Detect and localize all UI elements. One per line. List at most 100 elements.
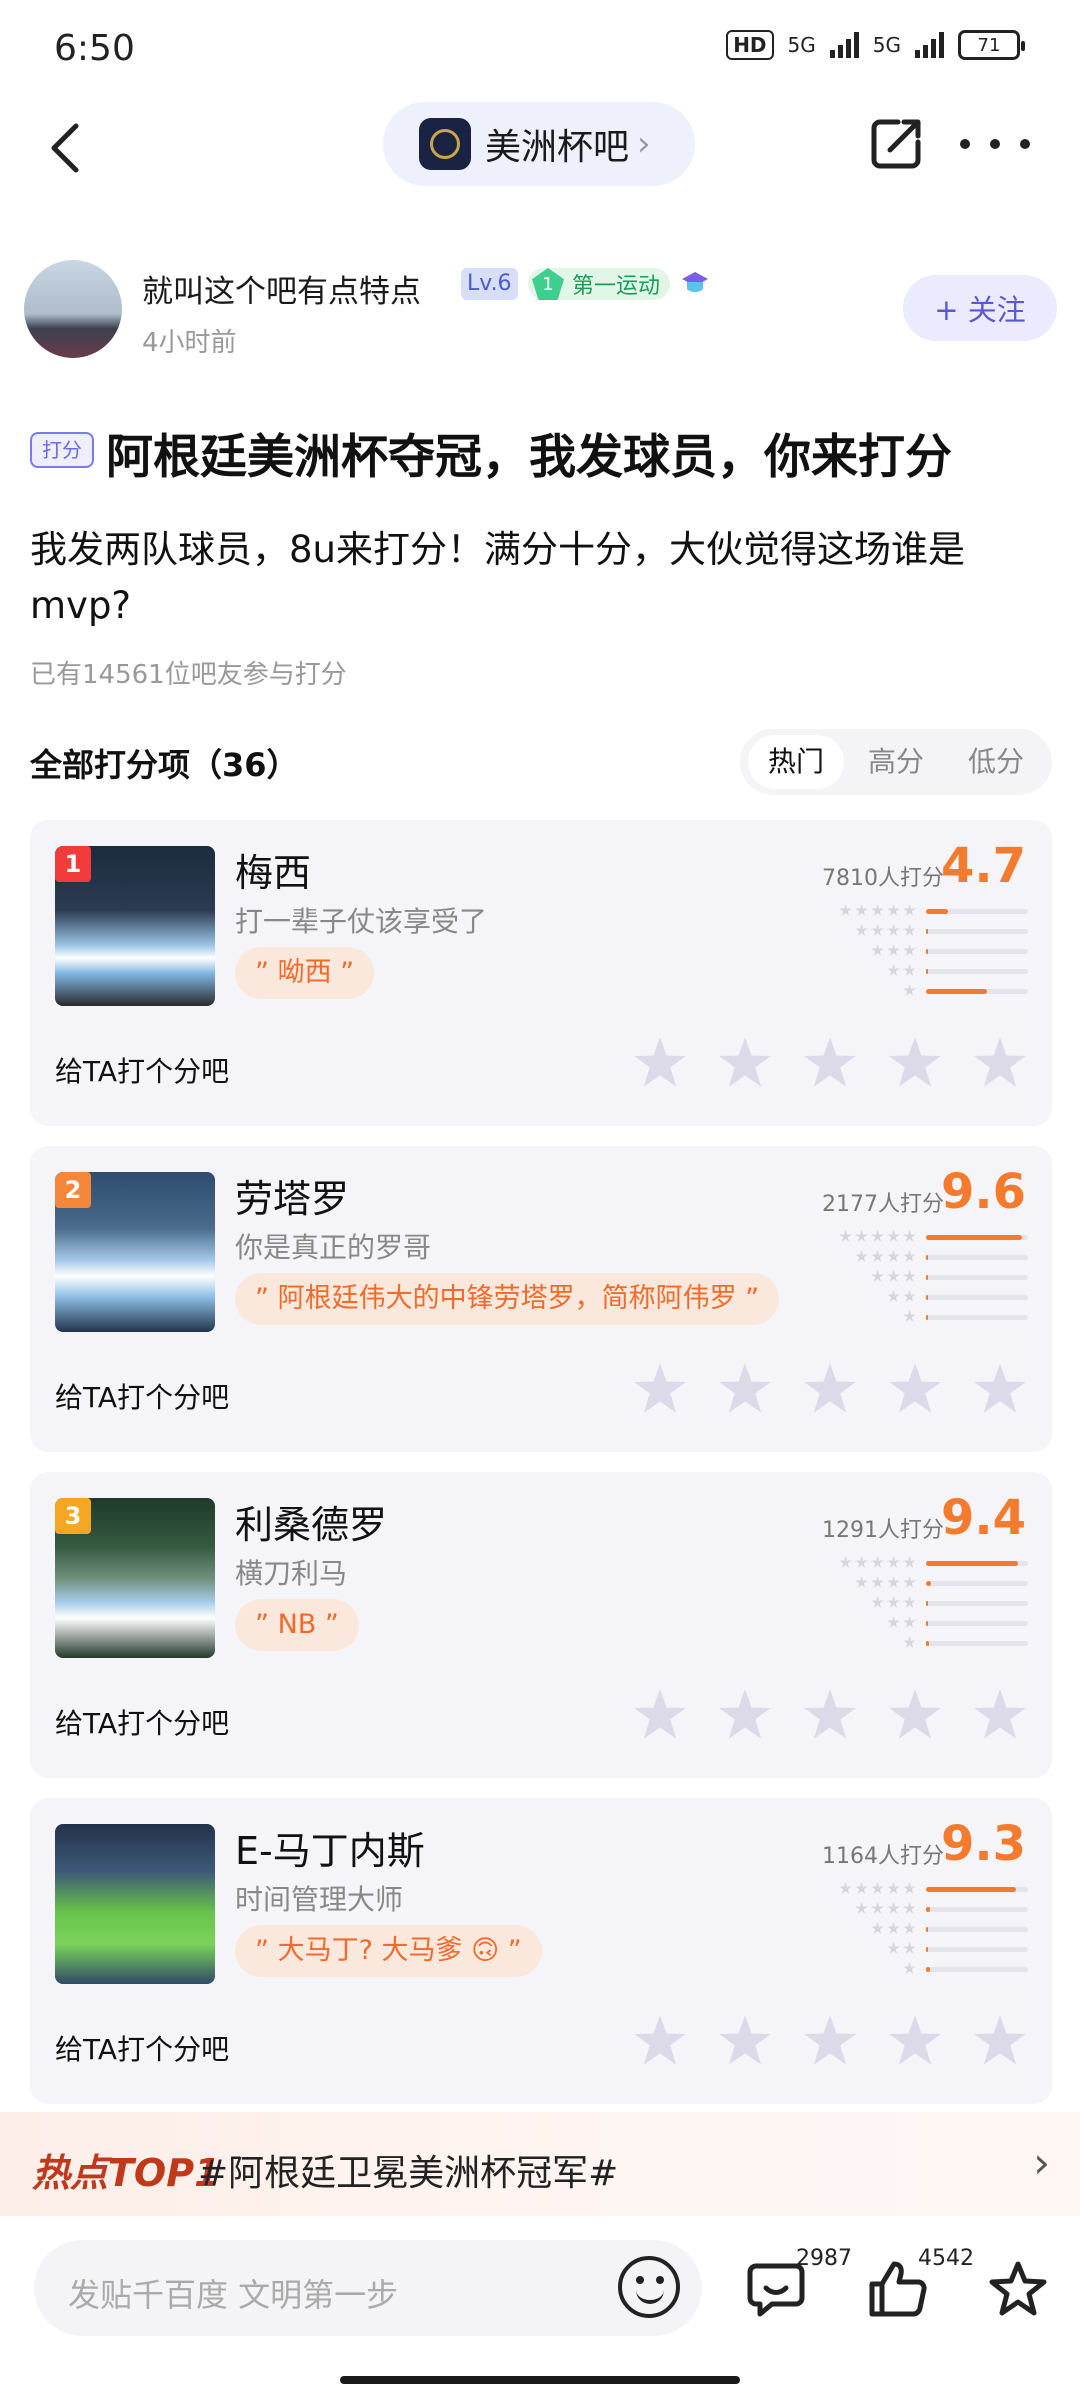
rate-star-button[interactable] <box>889 2015 941 2065</box>
rating-count: 7810人打分 <box>822 866 944 891</box>
mini-star-icon <box>871 904 884 916</box>
mini-star-icon <box>903 1576 916 1588</box>
player-card[interactable]: 1 梅西 打一辈子仗该享受了 ” 呦西 ” 7810人打分 4.7 给TA打个分… <box>30 820 1052 1126</box>
distribution-row <box>818 1902 1028 1916</box>
player-top-comment[interactable]: ” 大马丁? 大马爹 🙃 ” <box>235 1925 542 1977</box>
mini-star-icon <box>871 1922 884 1934</box>
comment-input[interactable]: 发贴千百度 文明第一步 <box>34 2240 702 2336</box>
player-photo[interactable]: 2 <box>55 1172 215 1332</box>
rate-star-button[interactable] <box>804 1689 856 1739</box>
home-indicator[interactable] <box>340 2376 740 2384</box>
distribution-bar <box>926 1621 1028 1626</box>
share-button[interactable] <box>868 116 924 172</box>
rate-star-button[interactable] <box>974 1363 1026 1413</box>
mini-star-icon <box>903 924 916 936</box>
player-card[interactable]: E-马丁内斯 时间管理大师 ” 大马丁? 大马爹 🙃 ” 1164人打分 9.3… <box>30 1798 1052 2104</box>
player-photo[interactable]: 1 <box>55 846 215 1006</box>
rate-star-button[interactable] <box>804 2015 856 2065</box>
distribution-bar <box>926 1561 1028 1566</box>
mini-star-icon <box>839 904 852 916</box>
forum-pill[interactable]: 美洲杯吧 › <box>383 102 695 186</box>
rate-stars <box>633 1362 1027 1416</box>
distribution-bar <box>926 969 1028 974</box>
player-name: E-马丁内斯 <box>235 1829 425 1873</box>
player-photo[interactable]: 3 <box>55 1498 215 1658</box>
rate-star-button[interactable] <box>634 1363 686 1413</box>
rate-star-button[interactable] <box>719 1689 771 1739</box>
rate-star-button[interactable] <box>634 1037 686 1087</box>
rate-star-button[interactable] <box>889 1363 941 1413</box>
distribution-bar <box>926 1927 1028 1932</box>
forum-logo <box>419 118 471 170</box>
mini-star-icon <box>903 1270 916 1282</box>
rate-star-button[interactable] <box>974 1689 1026 1739</box>
rate-star-button[interactable] <box>804 1037 856 1087</box>
favorite-button[interactable] <box>988 2260 1048 2318</box>
mini-star-icon <box>903 1616 916 1628</box>
mini-star-icon <box>839 1230 852 1242</box>
rate-stars <box>633 1036 1027 1090</box>
emoji-icon[interactable] <box>618 2256 680 2318</box>
rate-star-button[interactable] <box>974 1037 1026 1087</box>
rate-star-button[interactable] <box>889 1037 941 1087</box>
distribution-bar <box>926 1641 1028 1646</box>
mini-star-icon <box>887 1616 900 1628</box>
player-card[interactable]: 3 利桑德罗 横刀利马 ” NB ” 1291人打分 9.4 给TA打个分吧 <box>30 1472 1052 1778</box>
mini-star-icon <box>871 1556 884 1568</box>
rate-star-button[interactable] <box>719 1037 771 1087</box>
player-score: 9.4 <box>940 1490 1026 1546</box>
network-label-1: 5G <box>787 33 816 57</box>
rate-stars <box>633 1688 1027 1742</box>
distribution-row <box>818 1636 1028 1650</box>
distribution-row <box>818 944 1028 958</box>
author-name[interactable]: 就叫这个吧有点特点 <box>142 266 421 311</box>
gem-icon: 1 <box>532 268 564 300</box>
rate-star-button[interactable] <box>974 2015 1026 2065</box>
distribution-row <box>818 1616 1028 1630</box>
player-top-comment[interactable]: ” 阿根廷伟大的中锋劳塔罗，简称阿伟罗 ” <box>235 1273 780 1325</box>
sort-tab-hot[interactable]: 热门 <box>747 735 844 789</box>
share-icon <box>871 119 921 169</box>
mini-star-icon <box>887 1576 900 1588</box>
rate-star-button[interactable] <box>634 1689 686 1739</box>
distribution-row <box>818 1576 1028 1590</box>
rate-star-button[interactable] <box>804 1363 856 1413</box>
back-button[interactable] <box>40 118 90 178</box>
status-time: 6:50 <box>54 28 135 69</box>
forum-tag-label: 第一运动 <box>572 274 661 299</box>
hot-topic-bar[interactable]: 热点TOP1 #阿根廷卫冕美洲杯冠军# › <box>0 2112 1080 2216</box>
mini-star-icon <box>903 1902 916 1914</box>
distribution-bar <box>926 1235 1028 1240</box>
distribution-bar <box>926 929 1028 934</box>
more-button[interactable] <box>960 116 1030 172</box>
sort-tab-high[interactable]: 高分 <box>848 735 944 789</box>
rating-distribution <box>818 1230 1028 1322</box>
dot-icon <box>990 139 1000 149</box>
mini-star-icon <box>855 1882 868 1894</box>
forum-tag[interactable]: 1 第一运动 <box>528 268 671 300</box>
author-avatar[interactable] <box>24 260 122 358</box>
rate-star-button[interactable] <box>719 2015 771 2065</box>
mini-star-icon <box>887 1902 900 1914</box>
player-score: 9.6 <box>940 1164 1026 1220</box>
distribution-row <box>818 964 1028 978</box>
rank-badge: 2 <box>55 1172 91 1208</box>
rating-distribution <box>818 1882 1028 1974</box>
rate-star-button[interactable] <box>634 2015 686 2065</box>
mini-star-icon <box>887 1270 900 1282</box>
follow-button[interactable]: + 关注 <box>903 275 1057 341</box>
mini-star-icon <box>855 1902 868 1914</box>
sort-tab-low[interactable]: 低分 <box>948 735 1044 789</box>
player-top-comment[interactable]: ” 呦西 ” <box>235 947 375 999</box>
rate-star-button[interactable] <box>889 1689 941 1739</box>
mini-star-icon <box>855 904 868 916</box>
distribution-row <box>818 1290 1028 1304</box>
rate-prompt: 给TA打个分吧 <box>55 1707 230 1740</box>
mini-star-icon <box>871 1230 884 1242</box>
rate-star-button[interactable] <box>719 1363 771 1413</box>
player-card[interactable]: 2 劳塔罗 你是真正的罗哥 ” 阿根廷伟大的中锋劳塔罗，简称阿伟罗 ” 2177… <box>30 1146 1052 1452</box>
player-top-comment[interactable]: ” NB ” <box>235 1599 359 1651</box>
mini-star-icon <box>903 944 916 956</box>
mini-star-icon <box>887 944 900 956</box>
player-photo[interactable] <box>55 1824 215 1984</box>
